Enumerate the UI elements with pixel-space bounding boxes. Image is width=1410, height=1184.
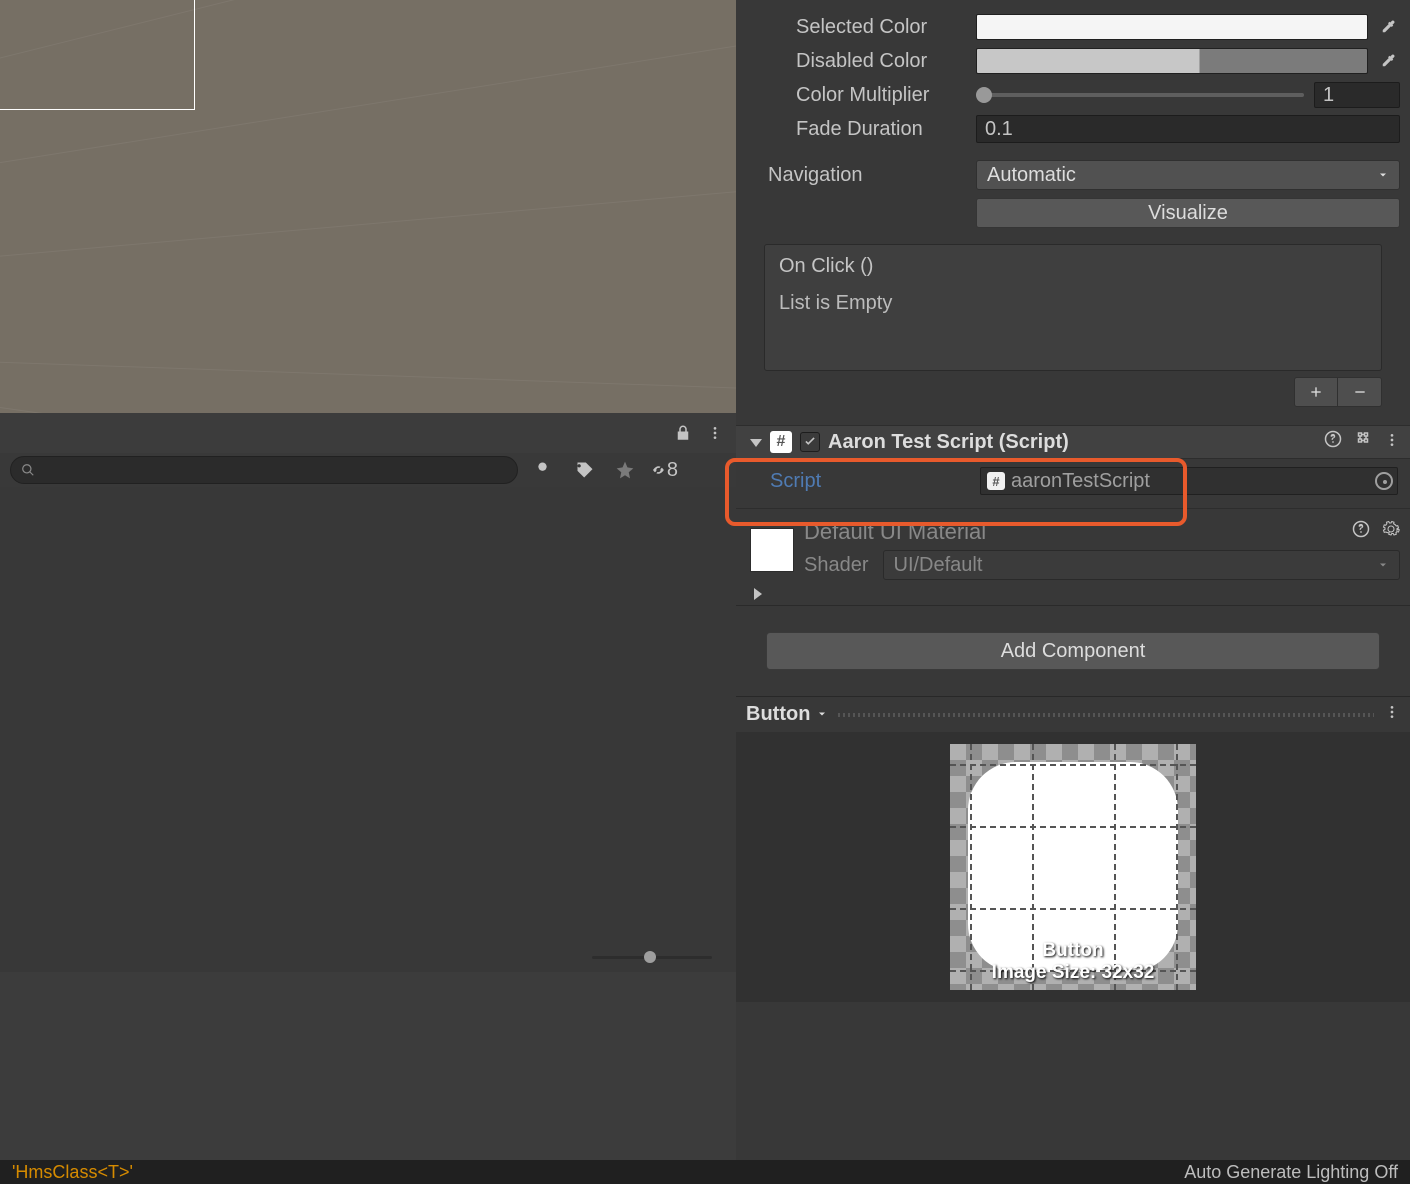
material-foldout-icon[interactable] xyxy=(754,588,762,600)
disabled-color-field[interactable] xyxy=(976,48,1368,74)
shader-label: Shader xyxy=(804,554,869,577)
script-field-row: Script # aaronTestScript xyxy=(736,459,1410,503)
drag-handle[interactable] xyxy=(838,713,1374,717)
disabled-color-label: Disabled Color xyxy=(796,50,976,73)
project-body[interactable] xyxy=(0,487,736,972)
help-icon[interactable] xyxy=(1352,520,1370,544)
panel-header xyxy=(0,413,736,453)
hidden-icon[interactable]: 8 xyxy=(652,457,678,483)
kebab-icon[interactable] xyxy=(1384,703,1400,726)
sprite-preview: Button Image Size: 32x32 xyxy=(950,744,1196,990)
script-component-header[interactable]: # Aaron Test Script (Script) xyxy=(736,425,1410,459)
foldout-icon[interactable] xyxy=(750,439,762,447)
gear-icon[interactable] xyxy=(1382,520,1400,544)
navigation-value: Automatic xyxy=(987,164,1076,187)
object-picker-icon[interactable] xyxy=(1375,472,1393,490)
lighting-status[interactable]: Auto Generate Lighting Off xyxy=(1184,1162,1398,1183)
script-field-label: Script xyxy=(770,470,980,493)
preview-name: Button xyxy=(746,703,828,726)
color-multiplier-slider[interactable] xyxy=(976,93,1304,97)
preview-header[interactable]: Button xyxy=(736,696,1410,732)
color-multiplier-label: Color Multiplier xyxy=(796,84,976,107)
selected-color-field[interactable] xyxy=(976,14,1368,40)
preset-icon[interactable] xyxy=(1354,430,1372,454)
eyedropper-icon[interactable] xyxy=(1376,49,1400,73)
remove-event-button[interactable] xyxy=(1338,377,1382,407)
favorite-icon[interactable] xyxy=(612,457,638,483)
chevron-down-icon xyxy=(1377,559,1389,571)
onclick-empty: List is Empty xyxy=(765,284,1381,370)
filter-type-icon[interactable] xyxy=(532,457,558,483)
lock-icon[interactable] xyxy=(670,420,696,446)
project-toolbar: 8 xyxy=(0,453,736,487)
zoom-slider[interactable] xyxy=(592,948,712,966)
preview-body: Button Image Size: 32x32 xyxy=(736,732,1410,1002)
add-component-button[interactable]: Add Component xyxy=(766,632,1380,670)
script-object-field[interactable]: # aaronTestScript xyxy=(980,467,1398,495)
script-field-value: aaronTestScript xyxy=(1011,470,1150,493)
eyedropper-icon[interactable] xyxy=(1376,15,1400,39)
script-component-title: Aaron Test Script (Script) xyxy=(828,431,1316,454)
kebab-icon[interactable] xyxy=(702,420,728,446)
filter-label-icon[interactable] xyxy=(572,457,598,483)
fade-duration-value[interactable]: 0.1 xyxy=(976,115,1400,143)
shader-value: UI/Default xyxy=(894,554,983,577)
material-title: Default UI Material xyxy=(804,519,986,545)
material-thumbnail[interactable] xyxy=(750,528,794,572)
chevron-down-icon xyxy=(1377,169,1389,181)
hidden-count: 8 xyxy=(667,459,678,482)
onclick-header: On Click () xyxy=(765,245,1381,284)
navigation-dropdown[interactable]: Automatic xyxy=(976,160,1400,190)
enable-checkbox[interactable] xyxy=(800,432,820,452)
onclick-event-box: On Click () List is Empty xyxy=(764,244,1382,371)
script-mini-icon: # xyxy=(987,472,1005,490)
sprite-size: Image Size: 32x32 xyxy=(950,962,1196,984)
fade-duration-label: Fade Duration xyxy=(796,118,976,141)
search-input[interactable] xyxy=(10,456,518,484)
status-bar: 'HmsClass<T>' Auto Generate Lighting Off xyxy=(0,1160,1410,1184)
inspector-panel: Pressed Color Selected Color Disabled Co… xyxy=(736,0,1410,1160)
add-event-button[interactable] xyxy=(1294,377,1338,407)
selection-rect xyxy=(0,0,195,110)
kebab-icon[interactable] xyxy=(1384,431,1400,454)
scene-view[interactable] xyxy=(0,0,736,413)
sprite-name: Button xyxy=(950,940,1196,962)
navigation-label: Navigation xyxy=(768,164,976,187)
shader-dropdown[interactable]: UI/Default xyxy=(883,550,1401,580)
console-error-text[interactable]: 'HmsClass<T>' xyxy=(12,1162,133,1183)
selected-color-label: Selected Color xyxy=(796,16,976,39)
color-multiplier-value[interactable]: 1 xyxy=(1314,82,1400,108)
script-icon: # xyxy=(770,431,792,453)
visualize-button[interactable]: Visualize xyxy=(976,198,1400,228)
help-icon[interactable] xyxy=(1324,430,1342,454)
chevron-down-icon xyxy=(816,708,828,720)
